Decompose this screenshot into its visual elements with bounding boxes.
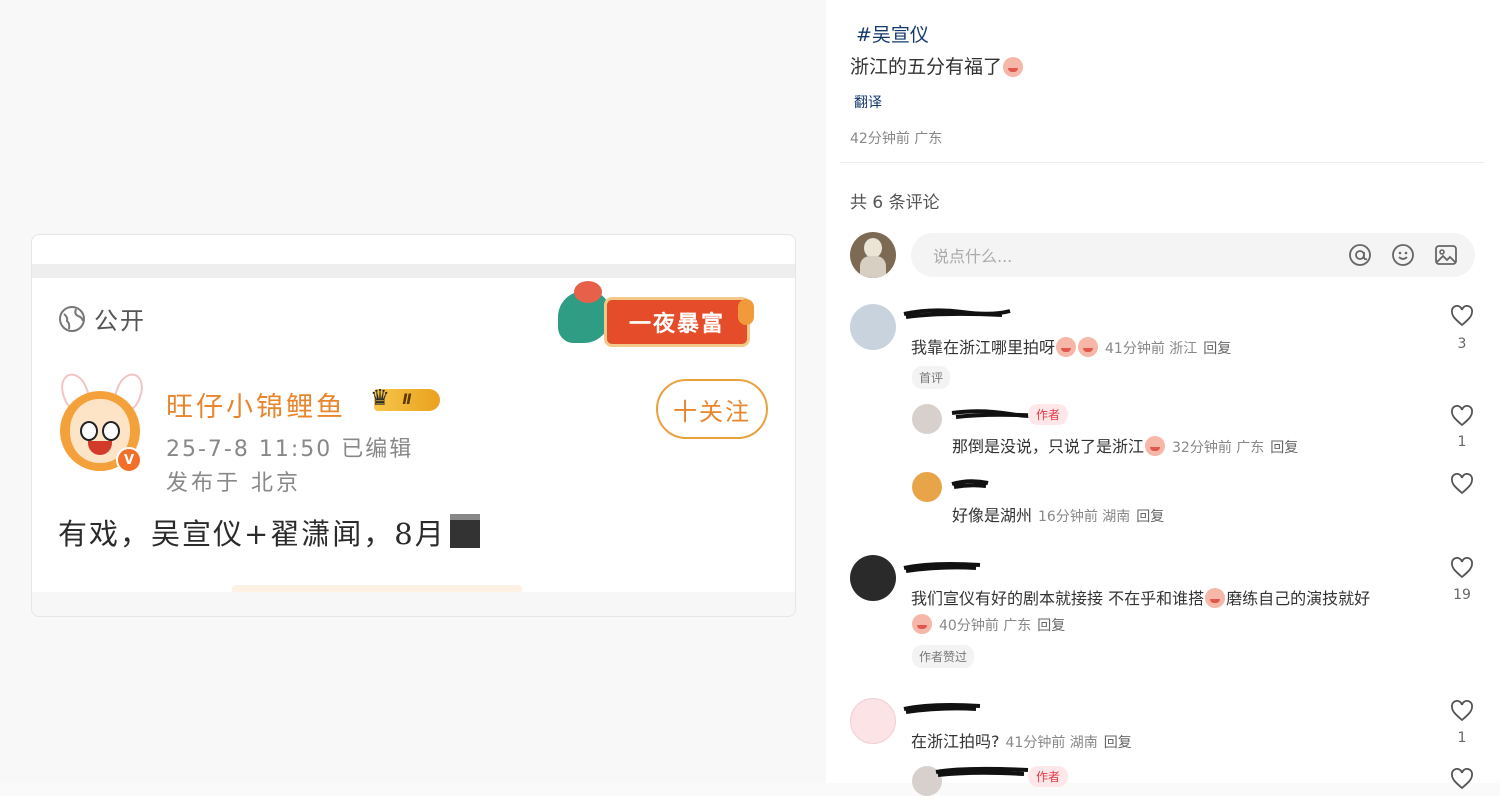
commenter-avatar[interactable] [850,555,896,601]
globe-icon [59,305,85,332]
redacted-username [903,703,981,714]
banner-label: 一夜暴富 [604,297,750,347]
hashtag-link[interactable]: #吴宣仪 [856,20,929,47]
image-upload-icon[interactable] [1434,243,1458,267]
comment-text-content: 我们宣仪有好的剧本就接接 不在乎和谁搭 [911,589,1205,608]
comment-text-content: 好像是湖州 [952,506,1033,525]
redacted-username [951,479,989,489]
emoji-icon [912,614,932,634]
emoji-icon [1205,588,1226,608]
author-avatar: V [56,369,148,473]
redacted-username [903,308,1011,319]
like-heart-icon[interactable] [1450,305,1474,327]
comment-meta: 32分钟前 广东 [1172,440,1265,456]
level-badge: Ⅱ ♛ [366,385,446,417]
author-liked-tag: 作者赞过 [912,645,975,668]
like-heart-icon[interactable] [1450,768,1474,790]
avatar-figure-body [860,256,886,278]
avatar-mouth [88,441,112,455]
post-location: 发布于 北京 [166,471,301,496]
post-time-location: 42分钟前 广东 [850,131,943,147]
at-mention-icon[interactable] [1348,243,1372,267]
post-image-text-content: 有戏，吴宣仪+翟潇闻，8月 [58,517,446,551]
like-heart-icon[interactable] [1450,473,1474,495]
visibility-indicator: 公开 [58,301,146,336]
emoji-icon [1145,436,1166,456]
commenter-avatar[interactable] [912,472,942,502]
comment-input-box[interactable] [911,233,1475,279]
comment-meta: 41分钟前 湖南 [1005,735,1098,751]
emoji-picker-icon[interactable] [1391,243,1415,267]
translate-link[interactable]: 翻译 [854,92,882,112]
like-count: 1 [1457,730,1467,746]
banner-decoration-2 [574,281,602,303]
commenter-avatar[interactable] [850,304,896,350]
comment-text: 我们宣仪有好的剧本就接接 不在乎和谁搭 磨练自己的演技就好 [911,585,1370,609]
promo-banner: 一夜暴富 [552,279,762,349]
post-image-text: 有戏，吴宣仪+翟潇闻，8月 [58,511,480,553]
post-body: 浙江的五分有福了 [850,52,1024,79]
emoji-icon [1003,57,1024,77]
card-footer [32,592,795,616]
comment-meta-line: 40分钟前 广东 回复 [911,614,1065,635]
comment-input[interactable] [931,233,1315,279]
comment-text-continued: 磨练自己的演技就好 [1226,589,1371,608]
comment-text-content: 在浙江拍吗? [911,732,1000,751]
post-date: 25-7-8 11:50 已编辑 [166,437,414,462]
current-user-avatar[interactable] [850,232,896,278]
author-name: 旺仔小锦鲤鱼 [166,392,346,423]
emoji-icon [1056,337,1077,357]
lantern-icon [738,299,754,325]
like-heart-icon[interactable] [1450,405,1474,427]
redacted-username [935,766,1029,777]
emoji-icon [1078,337,1099,357]
visibility-label: 公开 [94,307,146,335]
like-heart-icon[interactable] [1450,557,1474,579]
reply-button[interactable]: 回复 [1270,440,1298,456]
comment-meta: 16分钟前 湖南 [1038,509,1131,525]
reply-button[interactable]: 回复 [1104,735,1132,751]
reply-button[interactable]: 回复 [1037,618,1065,634]
commenter-avatar[interactable] [912,404,942,434]
comment-text: 我靠在浙江哪里拍呀 41分钟前 浙江 回复 [911,334,1231,358]
like-count: 3 [1457,336,1467,352]
like-count: 1 [1457,434,1467,450]
image-viewer: 公开 一夜暴富 V 旺仔小锦鲤鱼 Ⅱ ♛ 25-7-8 11:50 已编辑 发布… [0,0,826,783]
commenter-avatar[interactable] [850,698,896,744]
comment-text: 好像是湖州 16分钟前 湖南 回复 [952,502,1164,526]
avatar-eye [80,421,98,441]
like-heart-icon[interactable] [1450,700,1474,722]
verified-badge: V [116,447,142,473]
comment-text: 在浙江拍吗? 41分钟前 湖南 回复 [911,728,1132,752]
author-tag: 作者 [1028,404,1069,425]
comment-text-content: 那倒是没说，只说了是浙江 [952,437,1145,456]
comment-count: 共 6 条评论 [850,193,940,213]
post-body-text: 浙江的五分有福了 [850,56,1003,78]
divider [840,162,1484,163]
comment-meta: 40分钟前 广东 [939,618,1032,634]
first-comment-tag: 首评 [912,366,951,389]
author-tag: 作者 [1028,766,1069,787]
card-top-bar [32,264,795,278]
clapperboard-icon [449,514,480,548]
comment-text: 那倒是没说，只说了是浙江 32分钟前 广东 回复 [952,433,1298,457]
avatar-figure-head [864,238,882,258]
like-count: 19 [1453,587,1471,603]
crown-icon: ♛ [370,386,390,411]
reply-button[interactable]: 回复 [1203,341,1231,357]
reply-button[interactable]: 回复 [1136,509,1164,525]
avatar-eye [102,421,120,441]
comment-text-content: 我靠在浙江哪里拍呀 [911,338,1056,357]
follow-button: 十关注 [656,379,768,439]
post-screenshot-card: 公开 一夜暴富 V 旺仔小锦鲤鱼 Ⅱ ♛ 25-7-8 11:50 已编辑 发布… [31,234,796,617]
redacted-username [903,562,981,573]
detail-panel: #吴宣仪 浙江的五分有福了 翻译 42分钟前 广东 共 6 条评论 我靠在浙江哪… [826,0,1500,796]
comment-meta: 41分钟前 浙江 [1105,341,1198,357]
